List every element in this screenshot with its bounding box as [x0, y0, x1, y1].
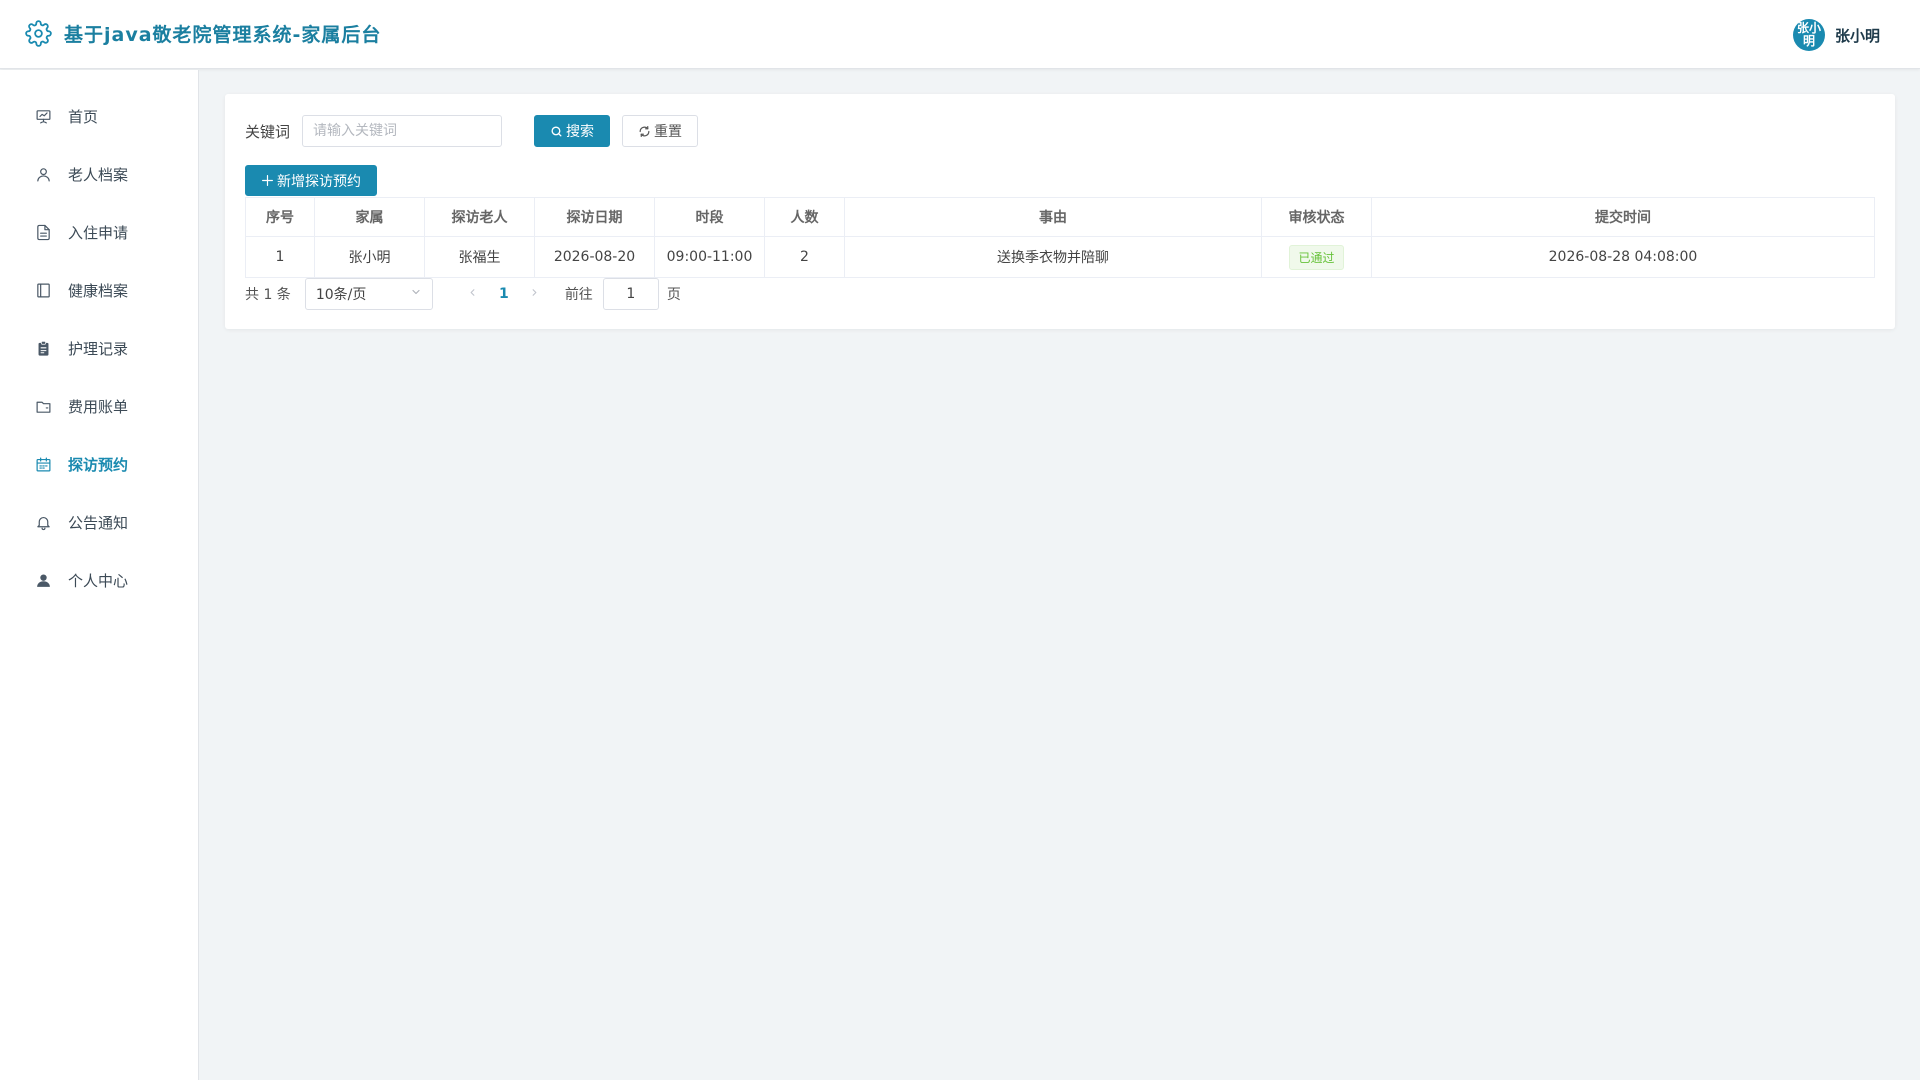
sidebar-menu: 首页 老人档案 入住申请 健康档案 护理记录 费用账单 探访预约 公告通知 个人…: [0, 70, 198, 609]
sidebar-item-label: 健康档案: [68, 281, 129, 300]
gear-icon: [25, 20, 52, 47]
column-header: 探访日期: [534, 197, 655, 237]
sidebar-item-elder-records[interactable]: 老人档案: [0, 145, 198, 203]
keyword-label: 关键词: [245, 122, 291, 141]
status-badge: 已通过: [1289, 244, 1344, 270]
reset-button[interactable]: 重置: [622, 115, 699, 147]
sidebar-item-profile[interactable]: 个人中心: [0, 551, 198, 609]
column-header: 人数: [764, 197, 845, 237]
user-menu[interactable]: 张小明 张小明: [1792, 19, 1880, 51]
sidebar-item-billing[interactable]: 费用账单: [0, 377, 198, 435]
cell-time-slot: 09:00-11:00: [654, 236, 765, 278]
search-icon: [550, 125, 563, 138]
sidebar-item-label: 入住申请: [68, 223, 129, 242]
main-card: 关键词 搜索 重置 新增探访预约 序号 家属: [225, 94, 1895, 329]
sidebar-item-notices[interactable]: 公告通知: [0, 493, 198, 551]
add-visit-label: 新增探访预约: [277, 173, 361, 190]
presentation-icon: [34, 107, 52, 125]
sidebar-item-label: 首页: [68, 107, 99, 126]
goto-label: 前往: [564, 287, 593, 303]
table-header-row: 序号 家属 探访老人 探访日期 时段 人数 事由 审核状态 提交时间: [245, 197, 1875, 237]
calendar-icon: [34, 455, 52, 473]
column-header: 时段: [654, 197, 765, 237]
cell-family: 张小明: [314, 236, 425, 278]
user-name[interactable]: 张小明: [1835, 25, 1880, 46]
brand: 基于java敬老院管理系统-家属后台: [25, 20, 381, 47]
page-suffix-label: 页: [666, 287, 681, 303]
pagination: 共 1 条 10条/页 1 前往 页: [245, 278, 681, 310]
plus-icon: [261, 174, 274, 187]
app-title: 基于java敬老院管理系统-家属后台: [64, 24, 382, 46]
search-bar: 关键词 搜索 重置: [245, 115, 699, 147]
sidebar-item-visit-booking[interactable]: 探访预约: [0, 435, 198, 493]
wallet-icon: [34, 397, 52, 415]
bell-icon: [34, 513, 52, 531]
sidebar-item-label: 护理记录: [68, 339, 129, 358]
cell-people-count: 2: [764, 236, 845, 278]
column-header: 序号: [245, 197, 315, 237]
search-button[interactable]: 搜索: [534, 115, 611, 147]
sidebar-item-label: 费用账单: [68, 397, 129, 416]
sidebar-item-label: 老人档案: [68, 165, 129, 184]
sidebar-item-nursing[interactable]: 护理记录: [0, 319, 198, 377]
sidebar: 首页 老人档案 入住申请 健康档案 护理记录 费用账单 探访预约 公告通知 个人…: [0, 70, 199, 1080]
clipboard-icon: [34, 339, 52, 357]
search-button-label: 搜索: [566, 124, 595, 140]
top-header: 基于java敬老院管理系统-家属后台 张小明 张小明: [0, 0, 1920, 69]
column-header: 审核状态: [1261, 197, 1372, 237]
sidebar-item-health[interactable]: 健康档案: [0, 261, 198, 319]
avatar[interactable]: 张小明: [1792, 19, 1825, 51]
document-icon: [34, 223, 52, 241]
visit-table: 序号 家属 探访老人 探访日期 时段 人数 事由 审核状态 提交时间 1 张小明…: [245, 197, 1875, 278]
next-page-icon[interactable]: [519, 286, 551, 302]
sidebar-item-admission[interactable]: 入住申请: [0, 203, 198, 261]
cell-visit-date: 2026-08-20: [534, 236, 655, 278]
add-visit-button[interactable]: 新增探访预约: [245, 165, 377, 196]
column-header: 事由: [844, 197, 1262, 237]
refresh-icon: [638, 125, 651, 138]
reset-button-label: 重置: [654, 124, 683, 140]
sidebar-item-label: 探访预约: [68, 455, 129, 474]
page-number-current[interactable]: 1: [489, 286, 519, 302]
cell-elder: 张福生: [424, 236, 535, 278]
page-size-value: 10条/页: [315, 287, 367, 303]
column-header: 探访老人: [424, 197, 535, 237]
pagination-total: 共 1 条: [245, 287, 291, 303]
sidebar-item-label: 公告通知: [68, 513, 129, 532]
column-header: 提交时间: [1371, 197, 1875, 237]
notebook-icon: [34, 281, 52, 299]
cell-submit-time: 2026-08-28 04:08:00: [1371, 236, 1875, 278]
cell-reason: 送换季衣物并陪聊: [844, 236, 1262, 278]
sidebar-item-home[interactable]: 首页: [0, 87, 198, 145]
chevron-down-icon: [410, 286, 422, 302]
keyword-input[interactable]: [302, 115, 503, 147]
sidebar-item-label: 个人中心: [68, 571, 129, 590]
page-size-select[interactable]: 10条/页: [304, 278, 433, 310]
person-filled-icon: [34, 571, 52, 589]
prev-page-icon[interactable]: [457, 286, 489, 302]
user-icon: [34, 165, 52, 183]
table-row[interactable]: 1 张小明 张福生 2026-08-20 09:00-11:00 2 送换季衣物…: [245, 236, 1875, 278]
goto-page-input[interactable]: [602, 278, 659, 310]
cell-status: 已通过: [1261, 236, 1372, 278]
column-header: 家属: [314, 197, 425, 237]
cell-index: 1: [245, 236, 315, 278]
